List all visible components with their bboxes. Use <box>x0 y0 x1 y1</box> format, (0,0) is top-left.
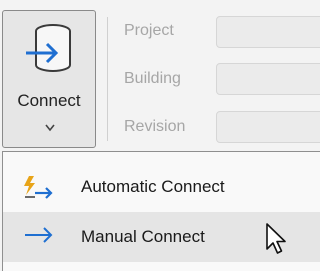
project-label: Project <box>124 22 174 39</box>
building-label: Building <box>124 70 181 87</box>
revision-field[interactable] <box>216 111 320 143</box>
automatic-connect-icon <box>24 176 53 199</box>
connect-button[interactable]: Connect <box>2 10 96 148</box>
menu-item-label: Automatic Connect <box>81 177 225 196</box>
ribbon: Connect Project Building Revision <box>0 0 320 151</box>
cylinder-arrow-icon <box>26 24 71 72</box>
arrow-right-icon <box>25 227 53 243</box>
connect-label: Connect <box>17 91 81 110</box>
menu-item-automatic-connect[interactable]: Automatic Connect <box>3 162 320 212</box>
menu-item-label: Manual Connect <box>81 227 205 246</box>
revision-label: Revision <box>124 118 186 135</box>
mouse-pointer-icon <box>266 223 286 254</box>
building-field[interactable] <box>216 63 320 95</box>
project-field[interactable] <box>216 16 320 48</box>
chevron-down-icon[interactable] <box>43 123 57 133</box>
ribbon-separator <box>107 17 108 141</box>
